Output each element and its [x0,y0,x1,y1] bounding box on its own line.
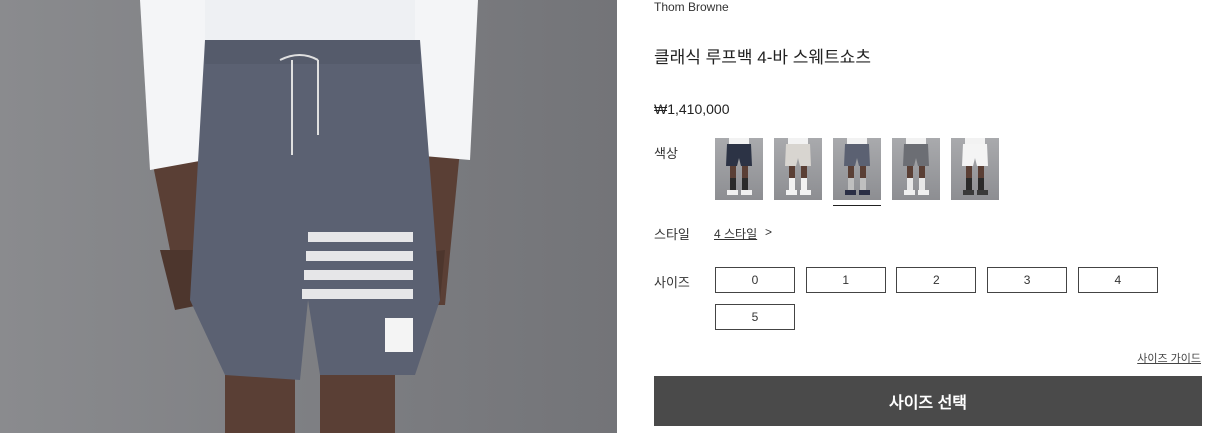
color-swatch-navy[interactable] [715,138,763,200]
size-option[interactable]: 5 [715,304,795,330]
size-option[interactable]: 2 [896,267,977,293]
color-swatch-light-grey[interactable] [774,138,822,200]
size-guide-link[interactable]: 사이즈 가이드 [1137,350,1201,366]
brand-name[interactable]: Thom Browne [654,0,729,14]
color-swatch-white[interactable] [951,138,999,200]
product-image[interactable] [0,0,617,433]
color-label: 색상 [654,146,678,161]
size-label: 사이즈 [654,275,690,290]
color-swatch-grey-heather[interactable] [892,138,940,200]
color-swatches [715,138,999,206]
size-option[interactable]: 1 [805,267,886,293]
size-option[interactable]: 4 [1077,267,1158,293]
chevron-right-icon: > [765,225,773,239]
product-illustration [140,0,478,433]
style-label: 스타일 [654,227,690,242]
select-size-button[interactable]: 사이즈 선택 [654,376,1202,426]
product-title: 클래식 루프백 4-바 스웨트쇼츠 [654,48,871,67]
product-price: ₩1,410,000 [654,101,730,117]
style-link[interactable]: 4 스타일 [714,225,757,242]
size-option[interactable]: 3 [987,267,1068,293]
color-swatch-medium-grey[interactable] [833,138,881,206]
size-option[interactable]: 0 [715,267,795,293]
